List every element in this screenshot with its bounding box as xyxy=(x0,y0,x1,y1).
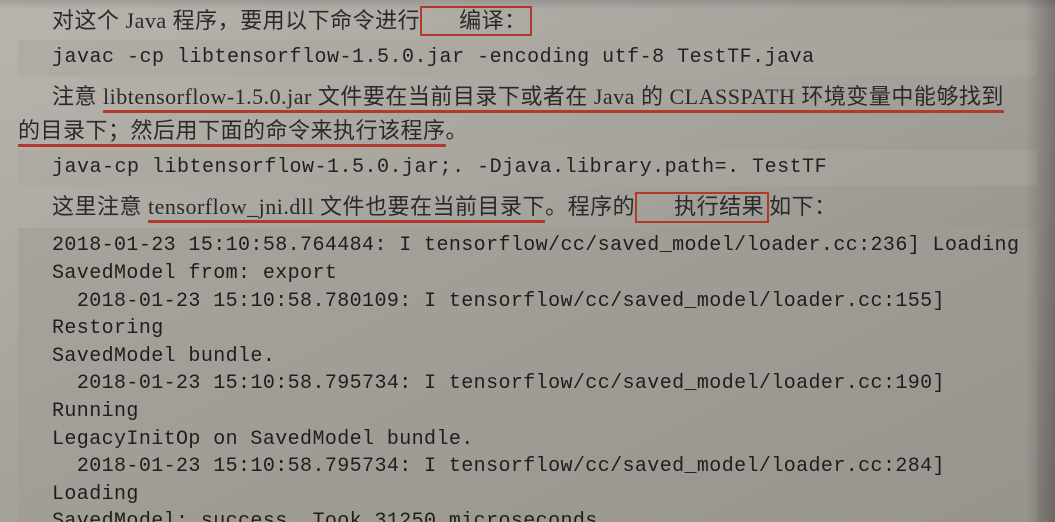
program-output: 2018-01-23 15:10:58.764484: I tensorflow… xyxy=(18,228,1037,522)
underline-jni-dll: tensorflow_jni.dll 文件也要在当前目录下 xyxy=(148,194,545,223)
paragraph-2: 注意 libtensorflow-1.5.0.jar 文件要在当前目录下或者在 … xyxy=(18,80,1037,114)
p1-text-a: 对这个 xyxy=(52,8,126,33)
p1-text-c: 程序，要用以下命令进行 xyxy=(167,8,421,33)
p3-text-c: 。程序的 xyxy=(545,194,635,219)
page-content: 对这个 Java 程序，要用以下命令进行编译： javac -cp libten… xyxy=(0,0,1055,522)
paragraph-2-cont: 的目录下；然后用下面的命令来执行该程序。 xyxy=(18,114,1037,148)
p2-period: 。 xyxy=(446,118,469,143)
highlight-compile: 编译： xyxy=(420,6,532,36)
code-block-javac: javac -cp libtensorflow-1.5.0.jar -encod… xyxy=(18,40,1037,76)
paragraph-1: 对这个 Java 程序，要用以下命令进行编译： xyxy=(18,4,1037,38)
code-block-java-run: java-cp libtensorflow-1.5.0.jar;. -Djava… xyxy=(18,150,1037,186)
p1-java: Java xyxy=(126,8,167,33)
highlight-exec-result: 执行结果 xyxy=(635,192,769,222)
underline-classpath: libtensorflow-1.5.0.jar 文件要在当前目录下或者在 Jav… xyxy=(103,84,1004,113)
paragraph-3: 这里注意 tensorflow_jni.dll 文件也要在当前目录下。程序的执行… xyxy=(18,190,1037,224)
p2-text-a: 注意 xyxy=(52,84,103,109)
p3-text-a: 这里注意 xyxy=(52,194,148,219)
p3-text-e: 如下： xyxy=(769,194,837,219)
underline-classpath-2: 的目录下；然后用下面的命令来执行该程序 xyxy=(18,118,446,147)
